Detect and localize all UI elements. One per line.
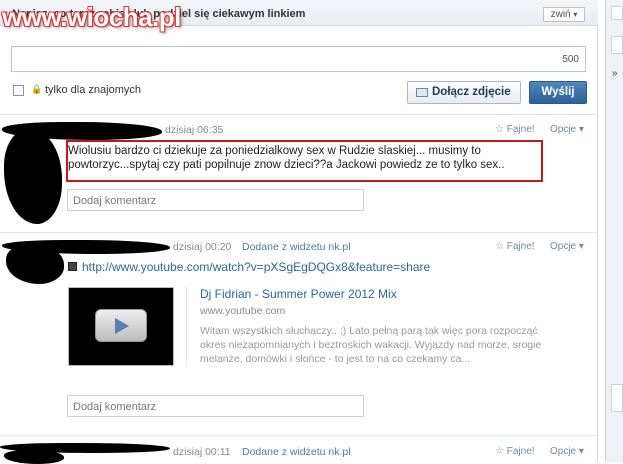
- video-title[interactable]: Dj Fidrian - Summer Power 2012 Mix: [200, 287, 397, 301]
- play-icon[interactable]: [95, 309, 147, 342]
- options-label: Opcje: [550, 241, 577, 252]
- chevron-down-icon: ▾: [578, 446, 584, 457]
- options-button[interactable]: Opcje ▾: [550, 241, 584, 252]
- post-time: dzisiaj 00:20: [173, 241, 232, 253]
- status-textarea[interactable]: 500: [11, 46, 586, 72]
- comment-input[interactable]: Dodaj komentarz: [67, 395, 364, 417]
- right-widget: [611, 6, 623, 20]
- like-button[interactable]: ☆ Fajne!: [495, 241, 535, 252]
- post-source-link[interactable]: Dodane z widżetu nk.pl: [242, 241, 351, 253]
- link-icon: [68, 262, 77, 271]
- divider: [0, 435, 598, 436]
- divider: [0, 232, 598, 233]
- chevron-down-icon: ▾: [578, 241, 584, 252]
- options-button[interactable]: Opcje ▾: [550, 124, 584, 135]
- post-source-link[interactable]: Dodane z widżetu nk.pl: [242, 446, 351, 458]
- like-button[interactable]: ☆ Fajne!: [495, 446, 535, 457]
- collapse-button[interactable]: zwiń ▾: [543, 7, 585, 22]
- divider: [0, 114, 598, 115]
- send-button[interactable]: Wyślij: [529, 81, 587, 104]
- video-site: www.youtube.com: [200, 305, 286, 317]
- redacted-avatar: [4, 130, 62, 224]
- chevron-down-icon: ▾: [573, 10, 578, 19]
- redacted-avatar: [6, 244, 64, 284]
- comment-placeholder: Dodaj komentarz: [73, 401, 157, 413]
- star-icon: ☆: [495, 241, 504, 252]
- like-label: Fajne!: [506, 124, 535, 135]
- post-time: dzisiaj 00:11: [173, 446, 231, 458]
- send-label: Wyślij: [541, 86, 575, 98]
- friends-only-label[interactable]: tylko dla znajomych: [45, 84, 141, 96]
- like-label: Fajne!: [506, 241, 535, 252]
- attach-photo-label: Dołącz zdjęcie: [432, 86, 511, 98]
- options-label: Opcje: [550, 446, 577, 457]
- lock-icon: 🔒: [31, 84, 43, 94]
- attach-photo-button[interactable]: Dołącz zdjęcie: [407, 81, 521, 104]
- right-widget: [611, 384, 623, 412]
- feed-panel: » Napisz, co teraz robisz lub podziel si…: [0, 0, 598, 464]
- photo-icon: [416, 88, 428, 97]
- comment-placeholder: Dodaj komentarz: [73, 195, 157, 207]
- highlight-frame: [66, 140, 543, 182]
- friends-only-checkbox[interactable]: [13, 85, 24, 96]
- options-button[interactable]: Opcje ▾: [550, 446, 584, 457]
- right-widget: [611, 36, 623, 54]
- collapse-label: zwiń: [550, 9, 571, 20]
- like-label: Fajne!: [506, 446, 535, 457]
- star-icon: ☆: [495, 446, 504, 457]
- shared-link[interactable]: http://www.youtube.com/watch?v=pXSgEgDQG…: [82, 260, 430, 274]
- watermark: www.wiocha.pl: [2, 2, 181, 32]
- options-label: Opcje: [550, 124, 577, 135]
- scroll-chevron-icon[interactable]: »: [612, 68, 618, 79]
- star-icon: ☆: [495, 124, 504, 135]
- video-description: Witam wszystkich słuchaczy.. ;) Lato peł…: [200, 325, 542, 365]
- divider: [186, 286, 187, 366]
- like-button[interactable]: ☆ Fajne!: [495, 124, 535, 135]
- chevron-down-icon: ▾: [578, 124, 584, 135]
- comment-input[interactable]: Dodaj komentarz: [67, 189, 364, 211]
- post-time: dzisiaj 06:35: [165, 124, 224, 136]
- char-counter: 500: [562, 54, 579, 65]
